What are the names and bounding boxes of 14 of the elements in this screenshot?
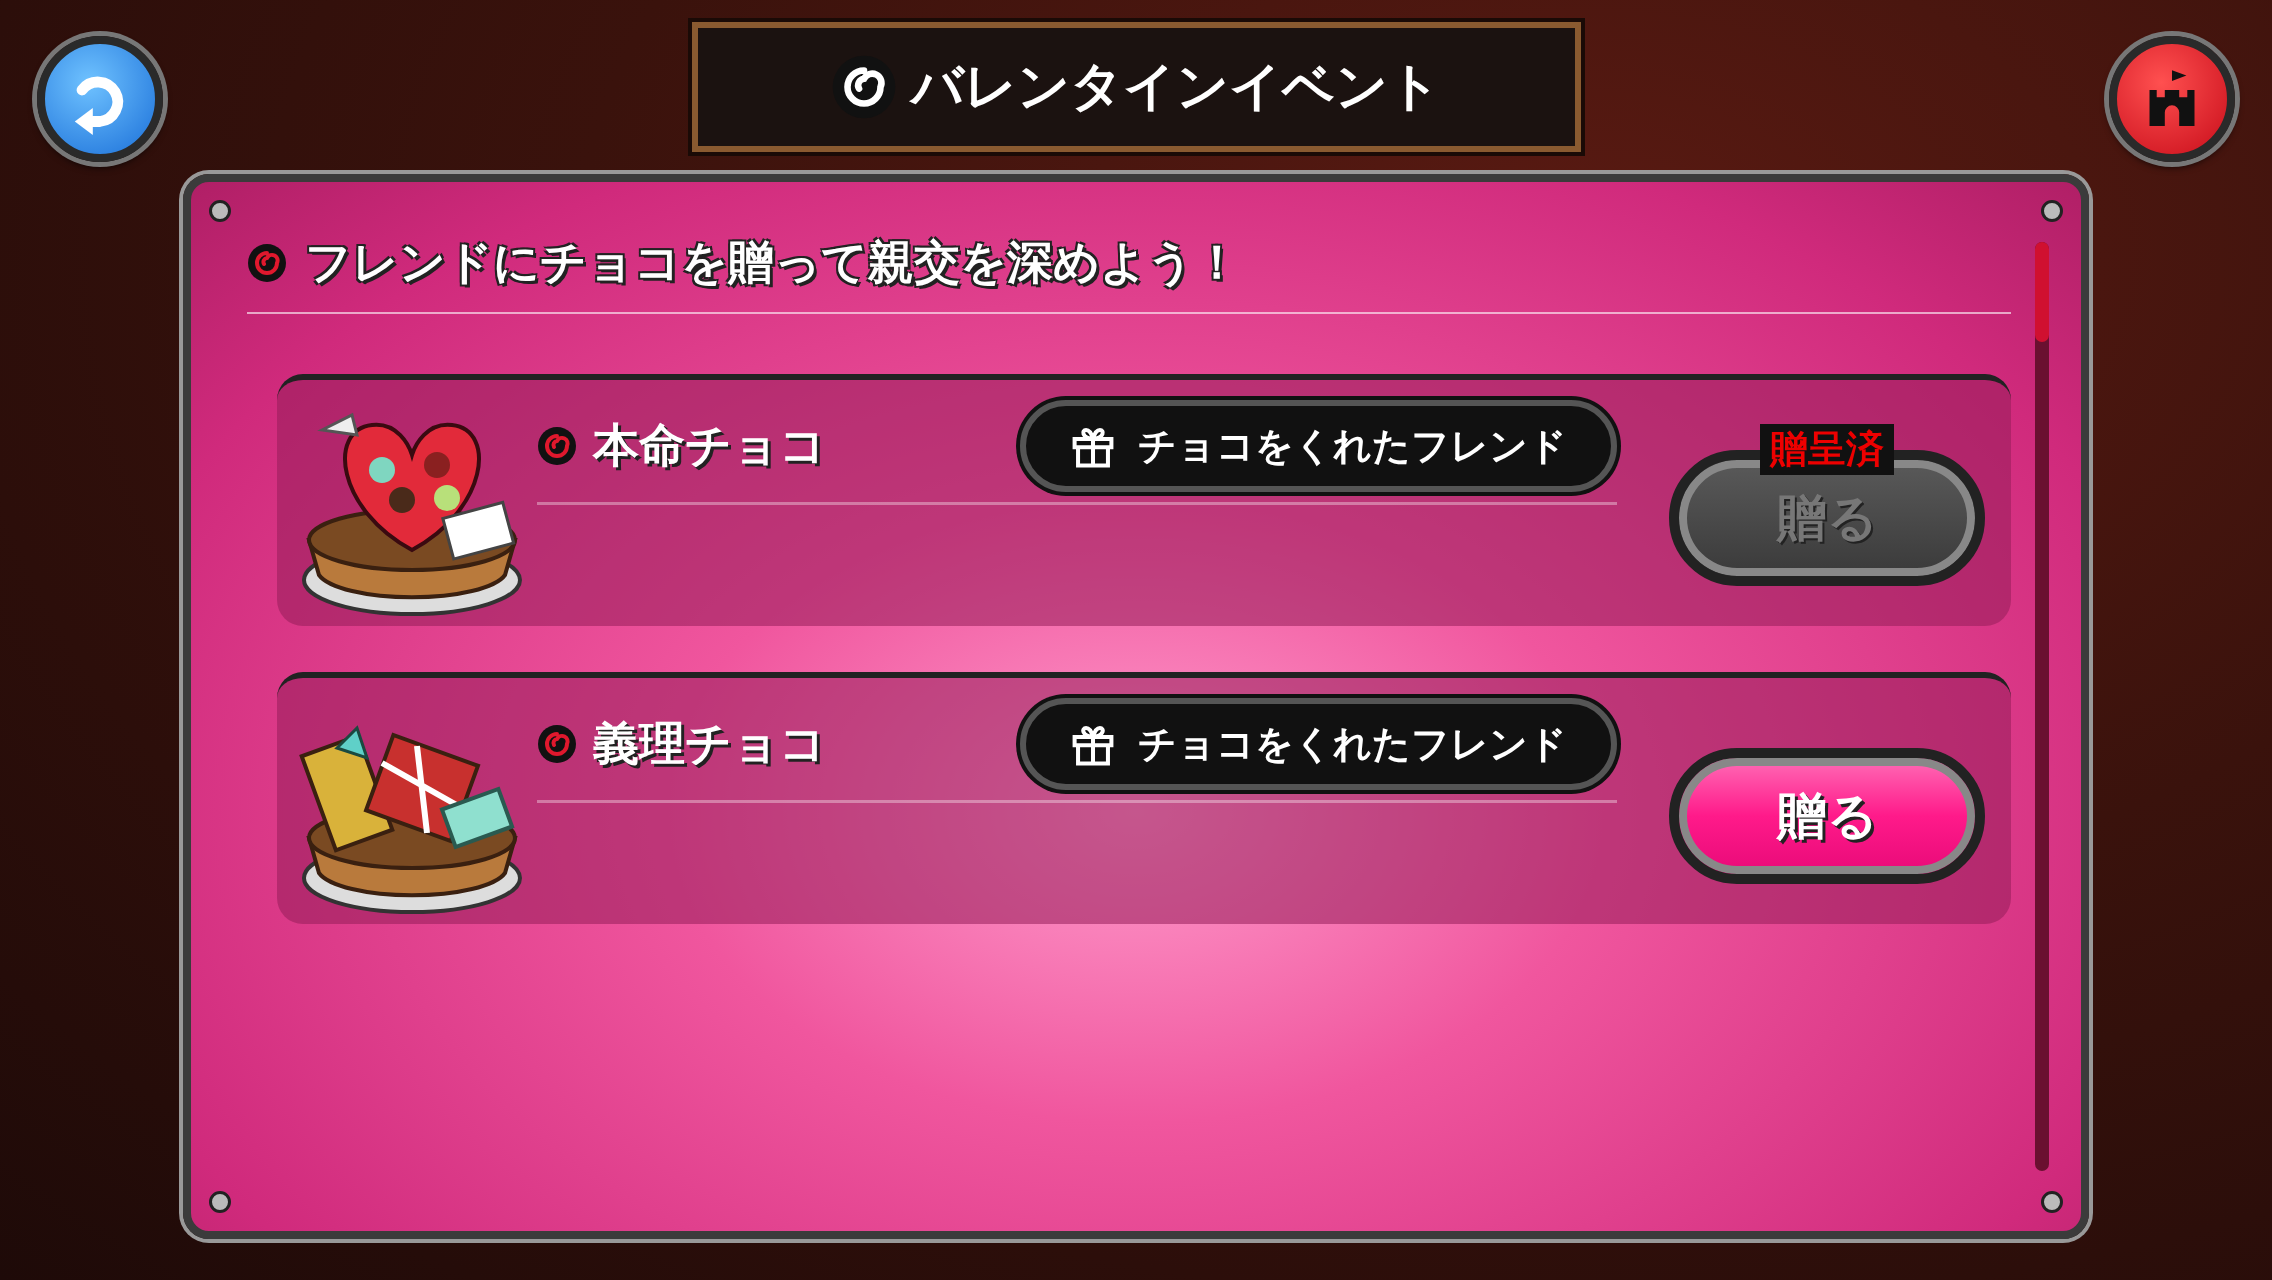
bolt-icon	[209, 1191, 231, 1213]
swirl-icon	[247, 243, 287, 283]
event-description: フレンドにチョコを贈って親交を深めよう！	[305, 234, 1240, 291]
bolt-icon	[2041, 1191, 2063, 1213]
send-button[interactable]: 贈る	[1669, 748, 1985, 884]
chocolate-name: 義理チョコ	[593, 715, 826, 772]
bolt-icon	[2041, 200, 2063, 222]
window-title: バレンタインイベント	[911, 55, 1441, 118]
chocolate-name: 本命チョコ	[593, 417, 826, 474]
sent-label: 贈呈済	[1760, 424, 1894, 475]
bolt-icon	[209, 200, 231, 222]
swirl-icon	[831, 54, 897, 120]
swirl-icon	[537, 724, 577, 764]
swirl-icon	[537, 426, 577, 466]
